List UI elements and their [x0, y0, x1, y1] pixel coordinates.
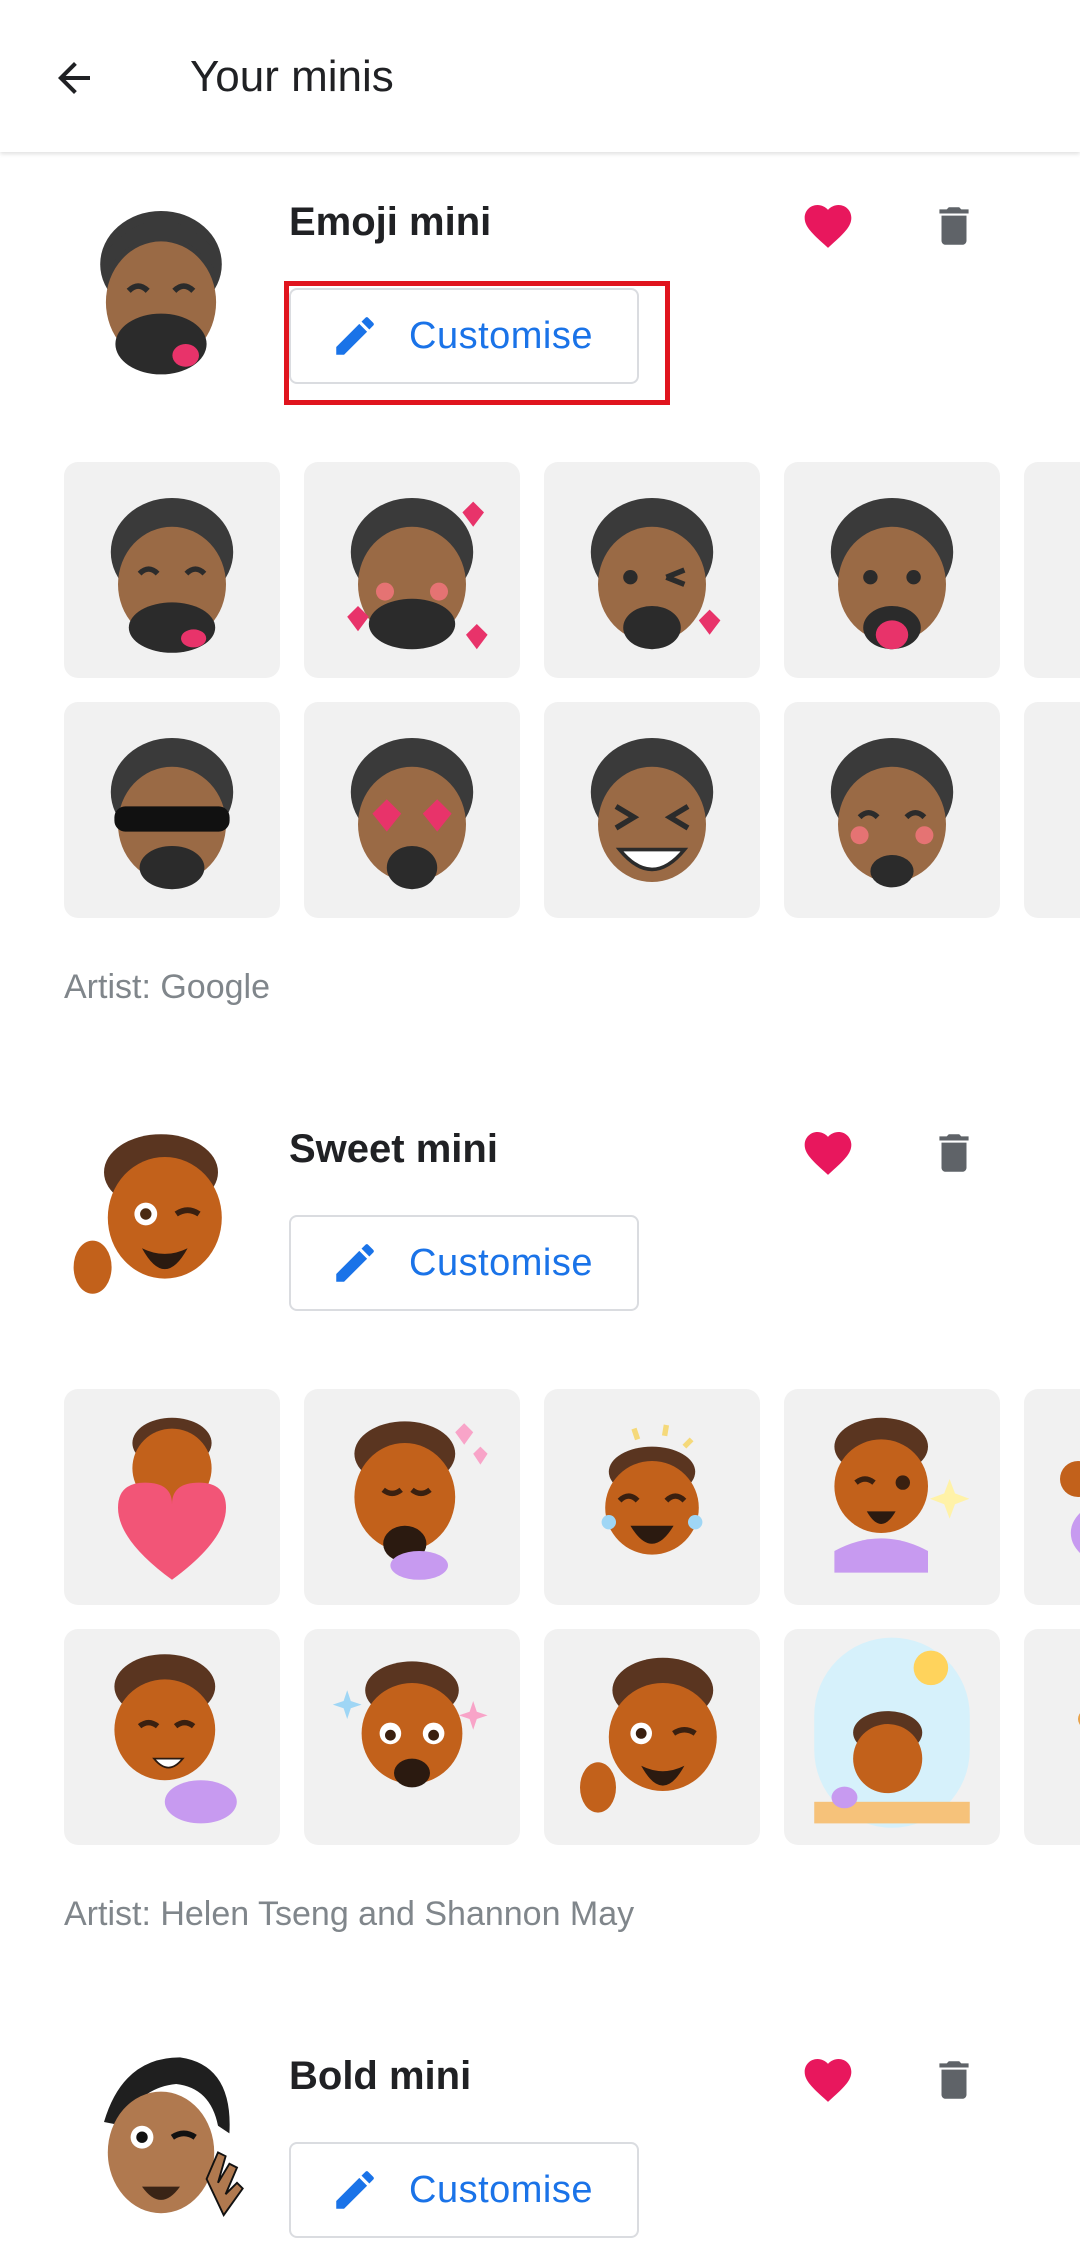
sticker-tile[interactable] [304, 462, 520, 678]
sticker-tile[interactable] [1024, 1389, 1080, 1605]
sticker-tile[interactable] [1024, 702, 1080, 918]
sticker-tile[interactable] [544, 462, 760, 678]
sticker-window-wave [814, 1637, 970, 1828]
customise-label: Customise [409, 1241, 593, 1284]
avatar-sweet-mini [66, 1119, 256, 1309]
sticker-tile[interactable] [784, 702, 1000, 918]
heart-icon [804, 205, 852, 248]
pack-emoji-mini: Emoji mini Customise Artist: Google [0, 152, 1080, 1032]
sticker-partial [1060, 1461, 1080, 1553]
back-button[interactable] [36, 40, 112, 116]
sticker-grid [64, 1389, 1080, 1849]
sticker-tile[interactable] [1024, 462, 1080, 678]
avatar-emoji-mini [66, 192, 256, 382]
sticker-partial [1078, 1713, 1080, 1725]
sticker-tile[interactable] [64, 462, 280, 678]
trash-icon [939, 2061, 969, 2099]
favorite-button[interactable] [796, 194, 860, 258]
delete-button[interactable] [922, 194, 986, 258]
app-bar: Your minis [0, 0, 1080, 152]
sticker-blowing-hearts [354, 1421, 488, 1580]
highlight-box [284, 281, 670, 405]
sticker-shy-smile [114, 1654, 237, 1824]
sticker-tile[interactable] [784, 1629, 1000, 1845]
favorite-button[interactable] [796, 1121, 860, 1185]
page-title: Your minis [190, 52, 394, 101]
customise-button[interactable]: Customise [289, 1215, 639, 1311]
edit-pencil-icon [329, 2164, 381, 2216]
sticker-tile[interactable] [1024, 1629, 1080, 1845]
arrow-back-icon [58, 62, 90, 94]
sticker-tile[interactable] [784, 1389, 1000, 1605]
sticker-kiss-wink [590, 498, 721, 650]
sticker-partial [1042, 720, 1080, 900]
pack-title: Bold mini [289, 2054, 472, 2098]
pack-title: Sweet mini [289, 1127, 498, 1171]
sticker-tile[interactable] [64, 1629, 280, 1845]
sticker-heart-eyes [350, 738, 474, 890]
pack-bold-mini: Bold mini Customise [0, 2006, 1080, 2265]
artist-credit: Artist: Helen Tseng and Shannon May [64, 1895, 635, 1933]
sticker-thumbs-up-wink [580, 1657, 717, 1813]
artist-credit: Artist: Google [64, 968, 270, 1006]
sticker-laughing-tears [601, 1424, 703, 1555]
sticker-hearts-smile [347, 498, 488, 650]
sticker-tongue-out [830, 498, 954, 650]
delete-button[interactable] [922, 2048, 986, 2112]
sticker-tile[interactable] [784, 462, 1000, 678]
sticker-tile[interactable] [544, 1629, 760, 1845]
sticker-tile[interactable] [544, 1389, 760, 1605]
trash-icon [939, 1134, 969, 1172]
sticker-partial [1042, 480, 1080, 660]
sticker-tile[interactable] [304, 1389, 520, 1605]
sticker-smile-blush [830, 738, 954, 888]
sticker-tile[interactable] [544, 702, 760, 918]
sticker-teary-eyes [332, 1661, 488, 1788]
pack-sweet-mini: Sweet mini Customise Artist: Helen Tseng… [0, 1079, 1080, 1959]
sticker-tile[interactable] [304, 1629, 520, 1845]
sticker-grid [64, 462, 1080, 922]
sticker-tile[interactable] [64, 1389, 280, 1605]
sticker-wink-sparkle [834, 1417, 970, 1573]
trash-icon [939, 207, 969, 245]
customise-label: Customise [409, 2168, 593, 2211]
edit-pencil-icon [329, 1237, 381, 1289]
sticker-laughing-tongue [110, 498, 234, 653]
heart-icon [804, 1132, 852, 1175]
sticker-squint-laugh [590, 738, 714, 882]
sticker-tile[interactable] [304, 702, 520, 918]
avatar-bold-mini [66, 2046, 256, 2236]
sticker-sunglasses [110, 738, 234, 890]
pack-title: Emoji mini [289, 200, 492, 244]
sticker-tile[interactable] [64, 702, 280, 918]
favorite-button[interactable] [796, 2048, 860, 2112]
customise-button[interactable]: Customise [289, 2142, 639, 2238]
delete-button[interactable] [922, 1121, 986, 1185]
sticker-heart-hug [118, 1417, 226, 1580]
heart-icon [804, 2059, 852, 2102]
